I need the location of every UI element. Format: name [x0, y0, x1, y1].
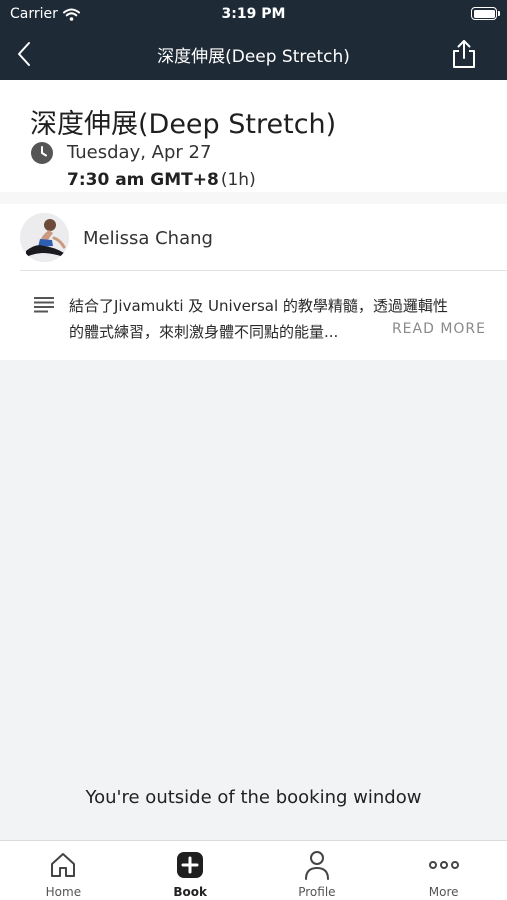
teacher-name[interactable]: Melissa Chang — [83, 228, 213, 249]
tab-label: Home — [45, 885, 82, 899]
back-button[interactable] — [10, 40, 38, 68]
chevron-left-icon — [18, 42, 30, 66]
tab-more[interactable]: More — [380, 841, 507, 900]
class-time-line: 7:30 am GMT+8 (1h) — [67, 170, 256, 190]
description-line: 結合了Jivamukti 及 Universal 的教學精髓，透過邏輯性 — [69, 297, 448, 315]
read-more-link[interactable]: READ MORE — [392, 321, 486, 337]
battery-icon — [471, 7, 500, 20]
class-date: Tuesday, Apr 27 — [67, 142, 212, 163]
nav-bar: 深度伸展(Deep Stretch) — [0, 28, 507, 80]
avatar-photo — [20, 213, 69, 262]
share-button[interactable] — [449, 38, 479, 70]
class-description: 結合了Jivamukti 及 Universal 的教學精髓，透過邏輯性 的體式… — [69, 293, 495, 345]
nav-title: 深度伸展(Deep Stretch) — [157, 47, 350, 67]
user-icon — [302, 850, 332, 880]
tab-profile[interactable]: Profile — [254, 841, 381, 900]
plus-square-icon — [175, 850, 205, 880]
section-separator — [0, 192, 507, 204]
share-icon — [453, 40, 475, 68]
tab-bar: Home Book Profile More — [0, 840, 507, 900]
home-icon — [48, 850, 78, 880]
tab-label: Profile — [298, 885, 336, 899]
class-title: 深度伸展(Deep Stretch) — [30, 109, 337, 140]
class-time: 7:30 am GMT+8 — [67, 170, 219, 190]
text-lines-icon — [34, 297, 54, 313]
class-duration: (1h) — [220, 170, 256, 190]
tab-label: More — [428, 885, 459, 899]
tab-book[interactable]: Book — [127, 841, 254, 900]
booking-window-message: You're outside of the booking window — [85, 787, 422, 808]
teacher-avatar[interactable] — [20, 213, 69, 262]
status-bar: Carrier 3:19 PM — [0, 0, 507, 28]
divider — [20, 270, 507, 271]
more-dots-icon — [428, 850, 459, 880]
status-time: 3:19 PM — [221, 6, 286, 22]
tab-label: Book — [173, 885, 207, 899]
tab-home[interactable]: Home — [0, 841, 127, 900]
clock-icon — [31, 142, 53, 164]
